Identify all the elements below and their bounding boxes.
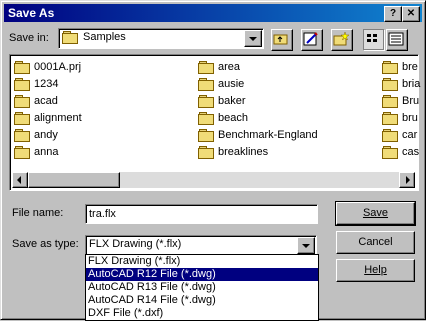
- scroll-left-button[interactable]: [12, 172, 28, 188]
- list-view-icon[interactable]: [363, 29, 385, 51]
- save-as-type-option[interactable]: AutoCAD R14 File (*.dwg): [86, 294, 318, 307]
- file-list-item-label: bru: [402, 112, 418, 124]
- folder-icon: [382, 78, 398, 92]
- file-list-item-label: car: [402, 129, 418, 141]
- file-list-item[interactable]: acad: [14, 93, 58, 109]
- save-as-type-combo[interactable]: FLX Drawing (*.flx): [85, 235, 317, 256]
- file-list-item-label: alignment: [34, 112, 82, 124]
- horizontal-scrollbar[interactable]: [12, 172, 415, 188]
- file-list-item[interactable]: bru: [382, 110, 418, 126]
- help-button[interactable]: Help: [336, 259, 415, 282]
- file-list-item[interactable]: anna: [14, 144, 58, 160]
- file-list-item[interactable]: area: [198, 59, 240, 75]
- folder-icon: [382, 146, 398, 160]
- new-folder-icon[interactable]: [331, 29, 353, 51]
- folder-icon: [198, 61, 214, 75]
- file-list-item[interactable]: 0001A.prj: [14, 59, 81, 75]
- file-list-item[interactable]: Benchmark-England: [198, 127, 318, 143]
- file-list-item-label: 0001A.prj: [34, 61, 82, 73]
- file-list-item-label: baker: [218, 95, 246, 107]
- create-folder-icon[interactable]: [301, 29, 323, 51]
- save-as-type-option[interactable]: FLX Drawing (*.flx): [86, 255, 318, 268]
- scroll-right-button[interactable]: [399, 172, 415, 188]
- folder-icon: [14, 146, 30, 160]
- file-list-item[interactable]: cas: [382, 144, 419, 160]
- file-list-item-label: bre: [402, 61, 418, 73]
- details-view-icon[interactable]: [386, 29, 408, 51]
- file-list-item-label: bria: [402, 78, 421, 90]
- folder-icon: [14, 129, 30, 143]
- file-list-item-label: acad: [34, 95, 58, 107]
- file-name-input[interactable]: tra.flx: [85, 204, 318, 224]
- chevron-down-icon[interactable]: [297, 237, 315, 254]
- save-as-type-value: FLX Drawing (*.flx): [89, 238, 182, 250]
- file-list-item[interactable]: ausie: [198, 76, 244, 92]
- file-list-item[interactable]: alignment: [14, 110, 82, 126]
- folder-icon: [382, 61, 398, 75]
- file-list-item[interactable]: bria: [382, 76, 420, 92]
- save-as-type-label: Save as type:: [12, 238, 79, 250]
- chevron-down-icon[interactable]: [244, 30, 262, 47]
- file-list-item-label: andy: [34, 129, 58, 141]
- save-in-combo[interactable]: Samples: [58, 28, 264, 49]
- window-title: Save As: [8, 6, 55, 20]
- file-list-item-label: area: [218, 61, 241, 73]
- folder-icon: [198, 78, 214, 92]
- title-bar[interactable]: Save As ? ✕: [4, 4, 422, 22]
- folder-icon: [62, 31, 78, 45]
- folder-icon: [382, 112, 398, 126]
- file-list-item-label: anna: [34, 146, 59, 158]
- file-list-item-label: Bru: [402, 95, 420, 107]
- file-list-item-label: Benchmark-England: [218, 129, 318, 141]
- folder-icon: [14, 112, 30, 126]
- file-list-item[interactable]: beach: [198, 110, 248, 126]
- file-name-label: File name:: [12, 207, 64, 219]
- save-button-label: Save: [362, 207, 389, 219]
- file-list-item-label: 1234: [34, 78, 59, 90]
- folder-icon: [198, 146, 214, 160]
- folder-icon: [382, 129, 398, 143]
- cancel-button[interactable]: Cancel: [336, 231, 415, 254]
- folder-icon: [14, 78, 30, 92]
- folder-icon: [198, 129, 214, 143]
- file-list-item[interactable]: car: [382, 127, 417, 143]
- scroll-thumb[interactable]: [28, 172, 120, 188]
- file-list-item-label: cas: [402, 146, 420, 158]
- file-list-item[interactable]: breaklines: [198, 144, 268, 160]
- save-as-type-dropdown[interactable]: FLX Drawing (*.flx) AutoCAD R12 File (*.d…: [85, 254, 319, 321]
- save-button[interactable]: Save: [335, 201, 416, 226]
- folder-icon: [198, 95, 214, 109]
- file-list-item-label: beach: [218, 112, 248, 124]
- file-list-item[interactable]: andy: [14, 127, 58, 143]
- up-folder-icon[interactable]: [271, 29, 293, 51]
- help-button-label: Help: [364, 264, 387, 276]
- folder-icon: [14, 61, 30, 75]
- folder-icon: [382, 95, 398, 109]
- file-list-item-label: breaklines: [218, 146, 269, 158]
- save-as-dialog: Save As ? ✕ Save in: Samples 0001A.prj 12…: [0, 0, 426, 321]
- file-list-item[interactable]: Bru: [382, 93, 419, 109]
- file-list-item[interactable]: 1234: [14, 76, 58, 92]
- save-as-type-option[interactable]: AutoCAD R12 File (*.dwg): [86, 268, 318, 281]
- file-list-item[interactable]: baker: [198, 93, 246, 109]
- file-list-item[interactable]: bre: [382, 59, 418, 75]
- save-in-value: Samples: [83, 31, 126, 43]
- save-as-type-option[interactable]: DXF File (*.dxf): [86, 307, 318, 320]
- close-button[interactable]: ✕: [402, 6, 420, 22]
- save-in-label: Save in:: [9, 32, 49, 44]
- file-list[interactable]: 0001A.prj 1234 acad alignment andy anna area au…: [9, 54, 420, 191]
- folder-icon: [14, 95, 30, 109]
- save-as-type-option[interactable]: AutoCAD R13 File (*.dwg): [86, 281, 318, 294]
- help-title-button[interactable]: ?: [384, 6, 402, 22]
- file-list-item-label: ausie: [218, 78, 245, 90]
- folder-icon: [198, 112, 214, 126]
